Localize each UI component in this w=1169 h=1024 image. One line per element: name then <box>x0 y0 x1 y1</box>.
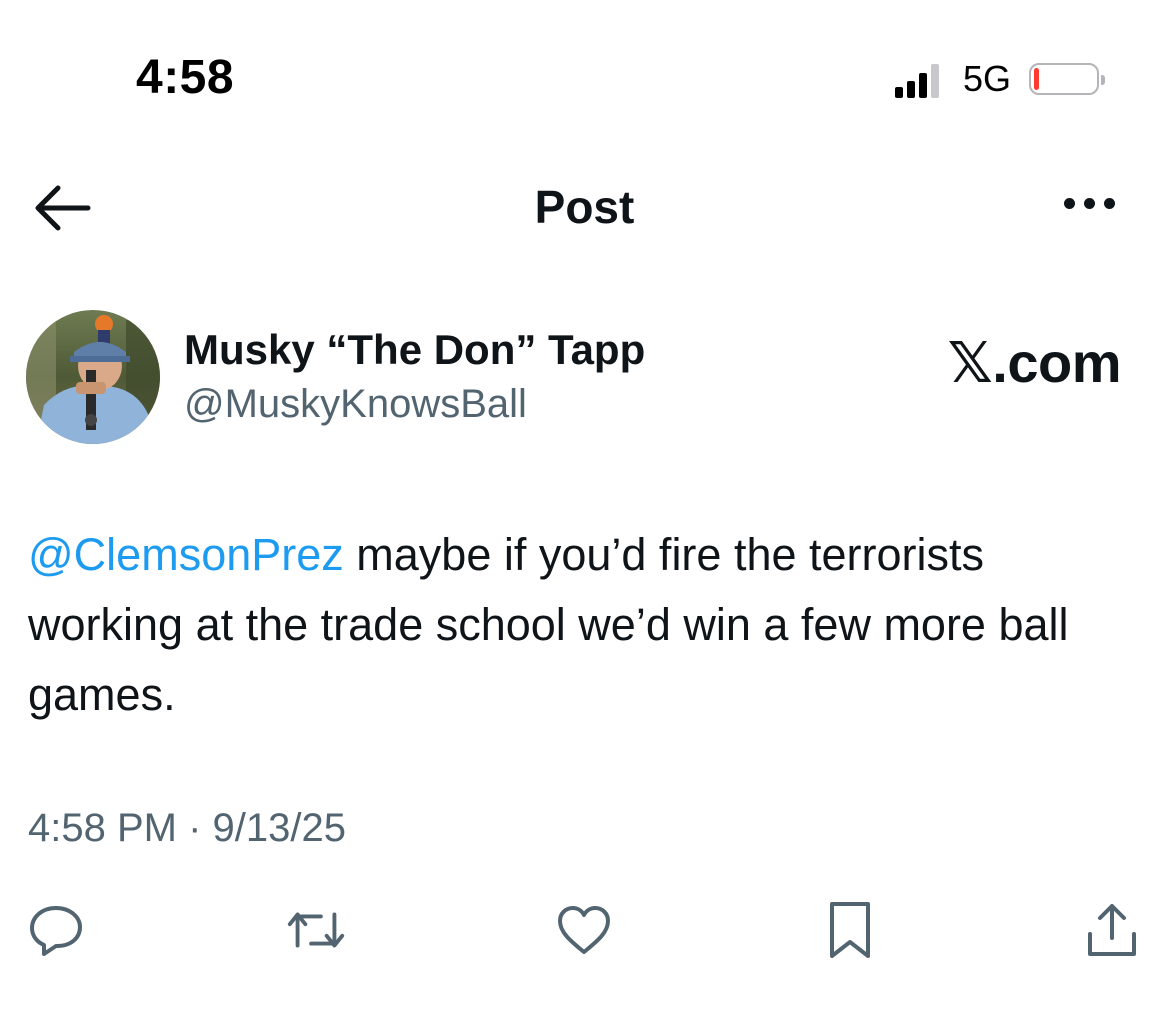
heart-icon <box>558 906 610 954</box>
repost-button[interactable] <box>284 898 348 962</box>
reply-button[interactable] <box>24 898 88 962</box>
more-options-button[interactable] <box>1064 198 1115 209</box>
battery-level <box>1034 68 1039 90</box>
reply-icon <box>30 906 82 956</box>
page-title: Post <box>534 181 635 233</box>
signal-icon <box>894 60 939 98</box>
avatar-image <box>26 310 160 444</box>
share-button[interactable] <box>1080 898 1144 962</box>
bookmark-button[interactable] <box>818 898 882 962</box>
x-logo-label: 𝕏.com <box>947 331 1122 394</box>
like-button[interactable] <box>552 898 616 962</box>
avatar[interactable] <box>26 310 160 444</box>
tweet-timestamp: 4:58 PM · 9/13/25 <box>28 806 346 850</box>
tweet-text: @ClemsonPrez maybe if you’d fire the ter… <box>28 520 1138 730</box>
status-time: 4:58 <box>136 51 235 104</box>
author-name[interactable]: Musky “The Don” Tapp <box>184 326 645 374</box>
mention-link[interactable]: @ClemsonPrez <box>28 529 344 580</box>
network-type: 5G <box>962 58 1011 99</box>
author-handle[interactable]: @MuskyKnowsBall <box>184 382 527 427</box>
share-icon <box>1088 904 1136 956</box>
battery-icon <box>1029 63 1105 95</box>
bookmark-icon <box>830 902 870 958</box>
status-indicators: 5G <box>894 58 1105 100</box>
more-horizontal-icon <box>1064 198 1075 209</box>
repost-icon <box>287 912 345 948</box>
